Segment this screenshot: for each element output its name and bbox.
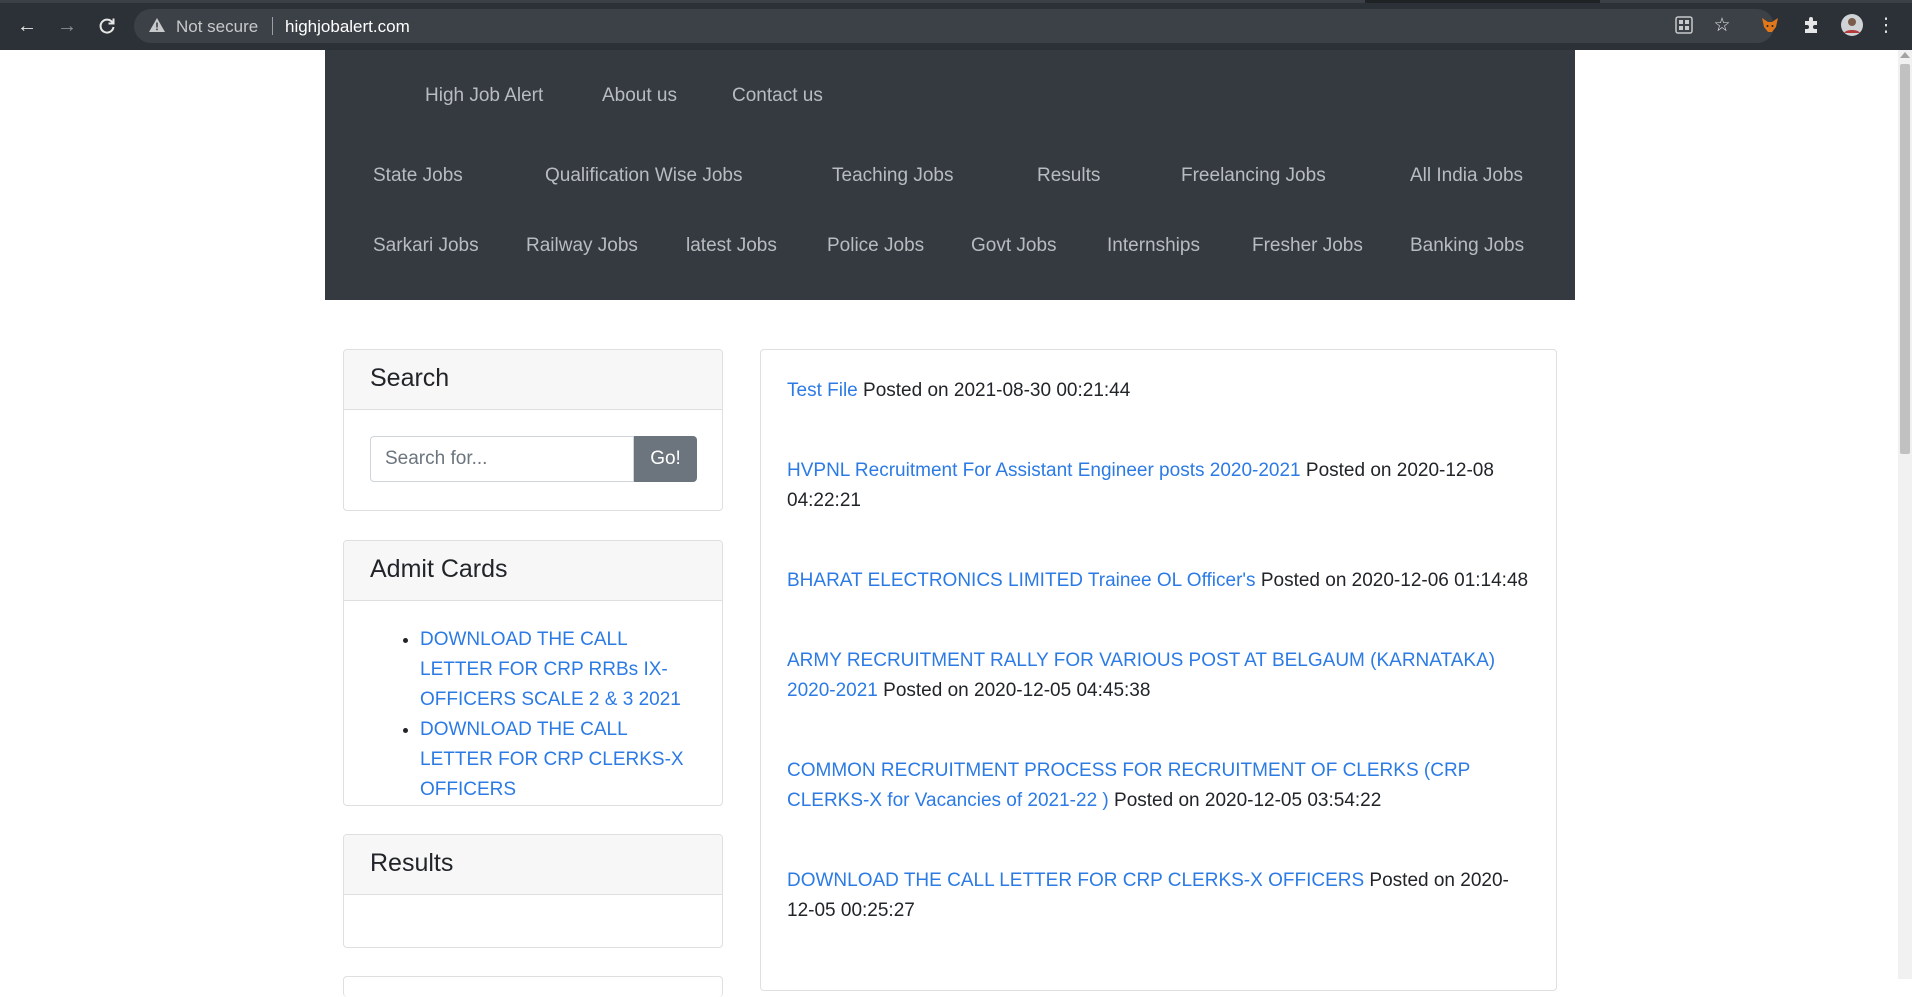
page-scrollbar[interactable]: [1898, 50, 1912, 979]
scroll-up-icon[interactable]: [1900, 52, 1910, 58]
nav-about-us[interactable]: About us: [602, 85, 677, 107]
nav-state-jobs[interactable]: State Jobs: [373, 165, 463, 187]
post-title-link[interactable]: DOWNLOAD THE CALL LETTER FOR CRP CLERKS-…: [787, 870, 1364, 891]
nav-police-jobs[interactable]: Police Jobs: [827, 235, 924, 257]
posts-card: Test File Posted on 2021-08-30 00:21:44 …: [760, 349, 1557, 991]
list-item: DOWNLOAD THE CALL LETTER FOR CRP CLERKS-…: [420, 715, 690, 805]
next-card: [343, 976, 723, 997]
post-title-link[interactable]: Test File: [787, 380, 858, 401]
nav-sarkari-jobs[interactable]: Sarkari Jobs: [373, 235, 479, 257]
nav-results[interactable]: Results: [1037, 165, 1100, 187]
search-card-title: Search: [344, 350, 722, 410]
search-card: Search Go!: [343, 349, 723, 511]
search-go-button[interactable]: Go!: [634, 436, 697, 482]
results-card: Results: [343, 834, 723, 948]
address-bar[interactable]: Not secure highjobalert.com: [134, 9, 1774, 43]
scrollbar-thumb[interactable]: [1900, 64, 1910, 454]
divider: [272, 17, 273, 35]
menu-kebab-icon[interactable]: ⋮: [1877, 13, 1896, 37]
warning-icon: [149, 18, 165, 32]
metamask-fox-icon[interactable]: [1758, 13, 1782, 37]
post-date: Posted on 2021-08-30 00:21:44: [857, 380, 1131, 401]
list-item: BHARAT ELECTRONICS LIMITED Trainee OL Of…: [787, 566, 1532, 596]
list-item: DOWNLOAD THE CALL LETTER FOR CRP RRBs IX…: [420, 625, 690, 715]
reload-icon[interactable]: [92, 11, 122, 41]
nav-fresher-jobs[interactable]: Fresher Jobs: [1252, 235, 1363, 257]
list-item: HVPNL Recruitment For Assistant Engineer…: [787, 456, 1532, 516]
nav-internships[interactable]: Internships: [1107, 235, 1200, 257]
nav-freelancing-jobs[interactable]: Freelancing Jobs: [1181, 165, 1326, 187]
nav-all-india-jobs[interactable]: All India Jobs: [1410, 165, 1523, 187]
tab-strip: [0, 0, 1912, 3]
post-title-link[interactable]: BHARAT ELECTRONICS LIMITED Trainee OL Of…: [787, 570, 1256, 591]
app-grid-icon[interactable]: [1672, 13, 1696, 37]
post-date: Posted on 2020-12-06 01:14:48: [1255, 570, 1529, 591]
security-label[interactable]: Not secure: [176, 17, 258, 37]
url-text[interactable]: highjobalert.com: [285, 17, 410, 37]
list-item: Test File Posted on 2021-08-30 00:21:44: [787, 376, 1532, 406]
nav-high-job-alert[interactable]: High Job Alert: [425, 85, 543, 107]
back-icon[interactable]: ←: [12, 11, 42, 41]
post-date: Posted on 2020-12-05 04:45:38: [877, 680, 1151, 701]
nav-contact-us[interactable]: Contact us: [732, 85, 823, 107]
nav-railway-jobs[interactable]: Railway Jobs: [526, 235, 638, 257]
bookmark-star-icon[interactable]: ☆: [1710, 13, 1734, 37]
nav-govt-jobs[interactable]: Govt Jobs: [971, 235, 1057, 257]
admit-card-link[interactable]: DOWNLOAD THE CALL LETTER FOR CRP CLERKS-…: [420, 719, 684, 800]
list-item: DOWNLOAD THE CALL LETTER FOR CRP CLERKS-…: [787, 866, 1532, 926]
nav-qualification-wise-jobs[interactable]: Qualification Wise Jobs: [545, 165, 742, 187]
admit-cards-list: DOWNLOAD THE CALL LETTER FOR CRP RRBs IX…: [370, 625, 690, 805]
admit-cards-title: Admit Cards: [344, 541, 722, 601]
site-navbar: High Job Alert About us Contact us State…: [325, 50, 1575, 300]
nav-teaching-jobs[interactable]: Teaching Jobs: [832, 165, 953, 187]
forward-icon[interactable]: →: [52, 11, 82, 41]
admit-card-link[interactable]: DOWNLOAD THE CALL LETTER FOR CRP RRBs IX…: [420, 629, 681, 710]
nav-banking-jobs[interactable]: Banking Jobs: [1410, 235, 1524, 257]
profile-avatar[interactable]: [1840, 13, 1864, 37]
post-title-link[interactable]: HVPNL Recruitment For Assistant Engineer…: [787, 460, 1301, 481]
search-input[interactable]: [370, 436, 634, 482]
list-item: ARMY RECRUITMENT RALLY FOR VARIOUS POST …: [787, 646, 1532, 706]
nav-latest-jobs[interactable]: latest Jobs: [686, 235, 777, 257]
browser-toolbar: ← → Not secure highjobalert.com ☆ ⋮: [0, 0, 1912, 50]
list-item: COMMON RECRUITMENT PROCESS FOR RECRUITME…: [787, 756, 1532, 816]
extensions-puzzle-icon[interactable]: [1799, 13, 1823, 37]
results-title: Results: [344, 835, 722, 895]
post-date: Posted on 2020-12-05 03:54:22: [1108, 790, 1382, 811]
admit-cards-card: Admit Cards DOWNLOAD THE CALL LETTER FOR…: [343, 540, 723, 806]
